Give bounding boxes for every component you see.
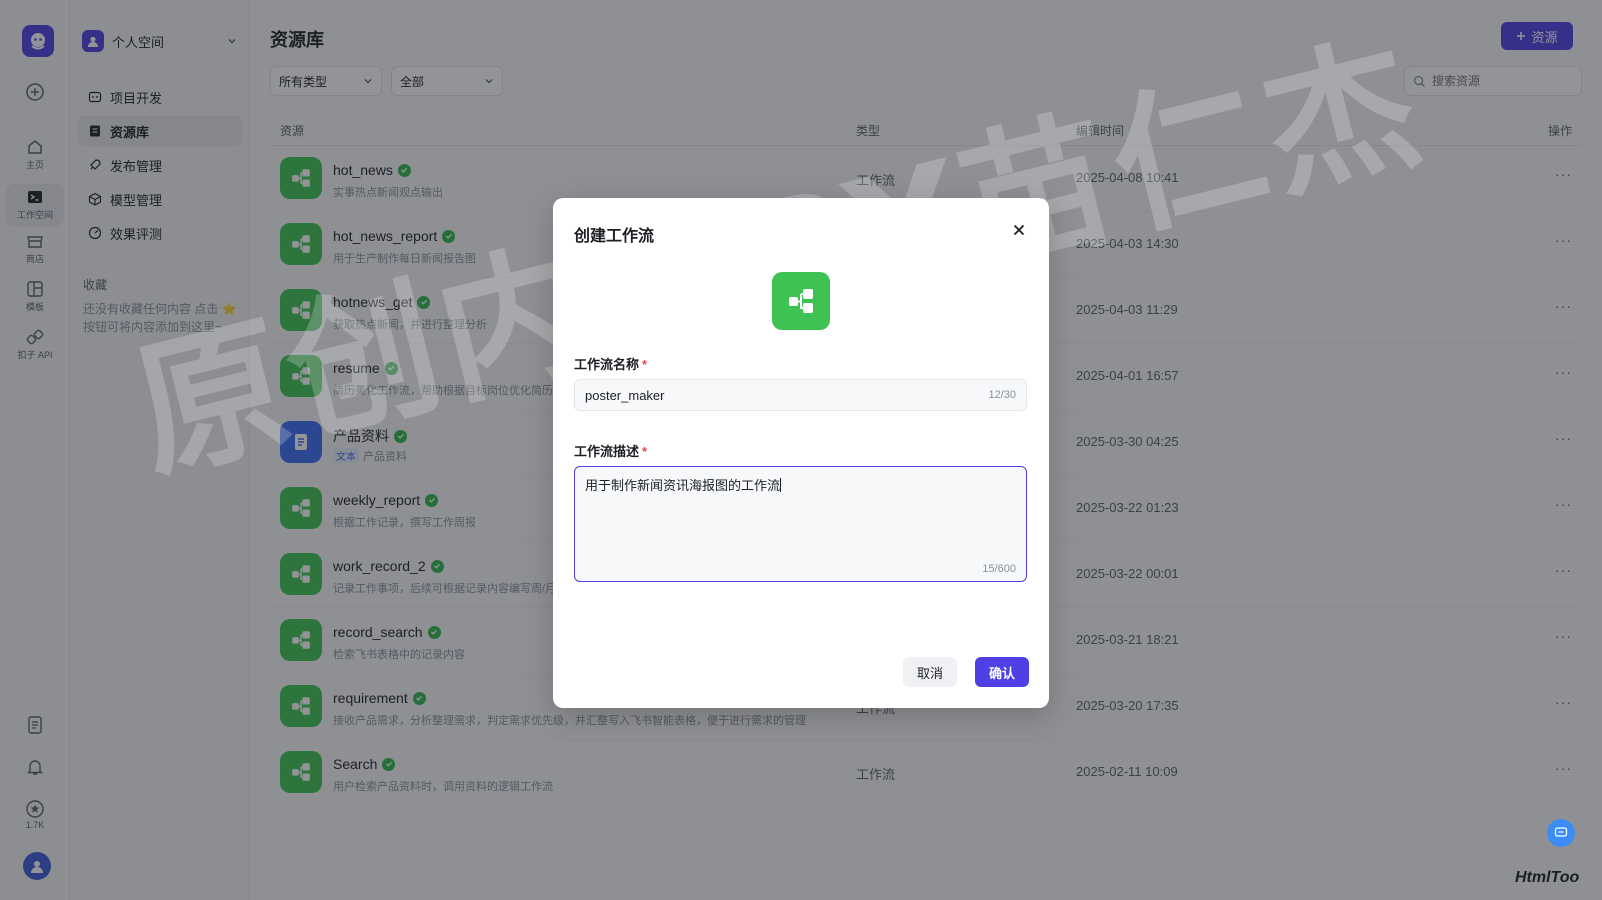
close-icon (1013, 224, 1025, 236)
required-mark: * (642, 357, 648, 372)
brand-watermark: HtmlToo (1515, 869, 1580, 886)
workflow-description-textarea[interactable]: 用于制作新闻资讯海报图的工作流 15/600 (574, 466, 1027, 582)
workflow-name-input[interactable]: poster_maker 12/30 (574, 379, 1027, 411)
workflow-avatar[interactable] (772, 272, 830, 330)
name-label-text: 工作流名称 (574, 357, 640, 372)
dialog-title: 创建工作流 (574, 228, 655, 245)
desc-field-label: 工作流描述 * (574, 441, 647, 460)
desc-label-text: 工作流描述 (574, 444, 640, 459)
create-workflow-dialog: 创建工作流 工作流名称 * poster_maker 12/30 工作流描述 * 用… (553, 198, 1049, 708)
text-caret (780, 478, 782, 492)
required-mark: * (642, 444, 648, 459)
chat-icon (1554, 827, 1568, 837)
cancel-button[interactable]: 取消 (903, 657, 957, 687)
workflow-icon (789, 289, 813, 313)
close-button[interactable] (1011, 222, 1027, 238)
workflow-description-value: 用于制作新闻资讯海报图的工作流 (585, 478, 781, 493)
confirm-button[interactable]: 确认 (975, 657, 1029, 687)
chat-float-button[interactable] (1547, 819, 1575, 847)
workflow-name-value: poster_maker (585, 387, 665, 403)
desc-char-count: 15/600 (982, 563, 1016, 575)
name-char-count: 12/30 (988, 389, 1016, 401)
name-field-label: 工作流名称 * (574, 354, 647, 373)
